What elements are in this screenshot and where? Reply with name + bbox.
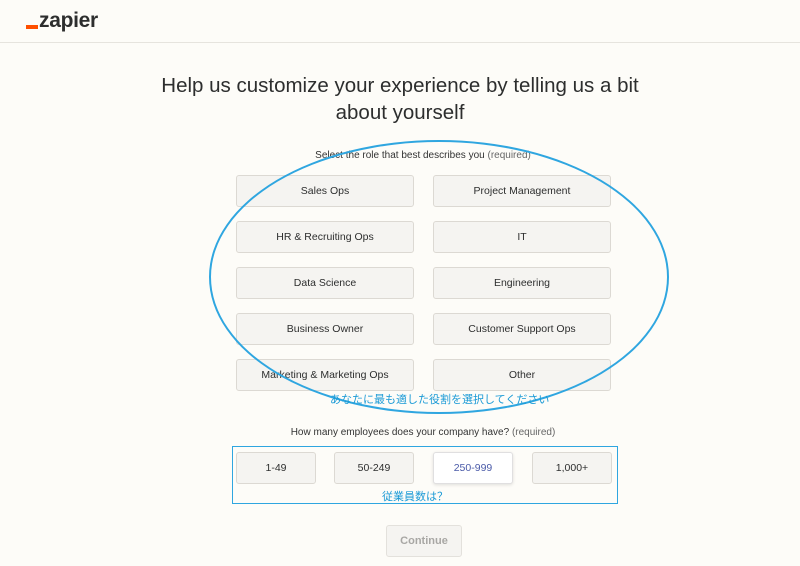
- role-option-customer-support-ops[interactable]: Customer Support Ops: [433, 313, 611, 345]
- role-question: Select the role that best describes you …: [0, 150, 800, 161]
- page-title: Help us customize your experience by tel…: [161, 74, 639, 124]
- employee-option-1000-plus[interactable]: 1,000+: [532, 452, 612, 484]
- logo-dash-icon: [26, 25, 38, 29]
- employee-option-1-49[interactable]: 1-49: [236, 452, 316, 484]
- role-question-text: Select the role that best describes you: [315, 150, 485, 161]
- employee-question-text: How many employees does your company hav…: [290, 427, 510, 438]
- role-option-business-owner[interactable]: Business Owner: [236, 313, 414, 345]
- employee-annotation: 従業員数は？: [382, 491, 448, 503]
- employee-option-250-999[interactable]: 250-999: [433, 452, 513, 484]
- role-option-engineering[interactable]: Engineering: [433, 267, 611, 299]
- logo-text: zapier: [39, 9, 98, 32]
- role-option-sales-ops[interactable]: Sales Ops: [236, 175, 414, 207]
- employee-option-50-249[interactable]: 50-249: [334, 452, 414, 484]
- zapier-logo[interactable]: zapier: [26, 9, 98, 33]
- role-option-marketing-ops[interactable]: Marketing & Marketing Ops: [236, 359, 414, 391]
- role-required-tag: (required): [487, 150, 531, 161]
- role-option-hr-recruiting-ops[interactable]: HR & Recruiting Ops: [236, 221, 414, 253]
- role-option-other[interactable]: Other: [433, 359, 611, 391]
- role-option-it[interactable]: IT: [433, 221, 611, 253]
- role-option-data-science[interactable]: Data Science: [236, 267, 414, 299]
- role-annotation: あなたに最も適した役割を選択してください: [330, 394, 550, 406]
- employee-question: How many employees does your company hav…: [0, 427, 800, 438]
- role-option-project-management[interactable]: Project Management: [433, 175, 611, 207]
- employee-required-tag: (required): [511, 427, 556, 438]
- top-header: zapier: [0, 0, 800, 43]
- continue-button[interactable]: Continue: [386, 525, 462, 557]
